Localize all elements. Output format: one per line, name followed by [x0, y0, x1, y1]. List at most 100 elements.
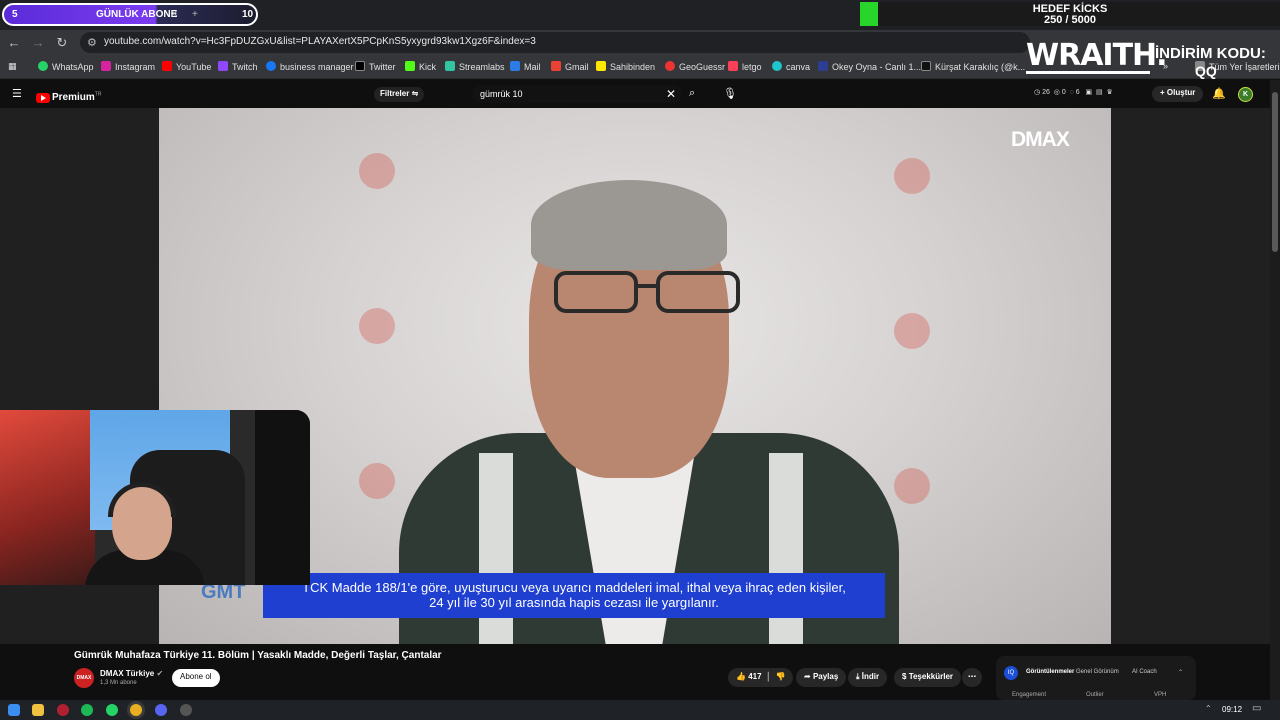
bookmark-instagram[interactable]: Instagram: [101, 61, 155, 72]
bookmark-youtube[interactable]: YouTube: [162, 61, 211, 72]
youtube-play-icon: [36, 92, 50, 103]
bookmark-business-manager[interactable]: business manager: [266, 61, 354, 72]
bookmark-canva[interactable]: canva: [772, 61, 810, 72]
notification-center-icon[interactable]: ▭: [1252, 703, 1261, 714]
gmail-icon: [551, 61, 561, 71]
backdrop-logo: [359, 153, 395, 189]
youtube-logo[interactable]: PremiumTR: [36, 89, 101, 107]
youtube-header: ☰ PremiumTR Filtreler ⇋ gümrük 10 ✕ ⌕ 🎙 …: [0, 80, 1280, 108]
instagram-icon: [101, 61, 111, 71]
page-scrollbar[interactable]: [1270, 80, 1280, 700]
channel-avatar[interactable]: DMAX: [74, 668, 94, 688]
header-outlier: Outlier: [1086, 692, 1104, 698]
clock: 09:12: [1222, 705, 1243, 714]
menu-icon[interactable]: ☰: [12, 87, 22, 100]
bookmark-gmail[interactable]: Gmail: [551, 61, 589, 72]
channel-name[interactable]: DMAX Türkiye ✔: [100, 669, 163, 678]
promo-label: İNDİRİM KODU:: [1155, 45, 1266, 62]
backdrop-logo: [359, 308, 395, 344]
bookmark-letgo[interactable]: letgo: [728, 61, 762, 72]
obs-icon[interactable]: [180, 704, 192, 716]
header-engagement: Engagement: [1012, 692, 1047, 698]
tab-ai-coach[interactable]: AI Coach: [1132, 669, 1157, 675]
tiktok-icon: [921, 61, 931, 71]
thumbs-up-icon: 👍: [736, 672, 746, 681]
collapse-icon[interactable]: ⌃: [1178, 669, 1183, 676]
chrome-icon[interactable]: [130, 704, 142, 716]
url-text[interactable]: youtube.com/watch?v=Hc3FpDUZGxU&list=PLA…: [104, 36, 536, 47]
back-icon[interactable]: ←: [6, 35, 22, 50]
webcam-overlay: [0, 410, 310, 585]
share-button[interactable]: ➦ Paylaş: [796, 668, 847, 687]
geoguessr-icon: [665, 61, 675, 71]
extension-stats: ◷ 26 ◎ 0 ◌ 6 ▣ ▤ ♛: [1034, 89, 1113, 96]
apps-grid-icon[interactable]: ▦: [8, 61, 17, 72]
analytics-logo-icon: IQ: [1004, 666, 1018, 680]
search-icon[interactable]: ⌕: [689, 87, 695, 100]
subscriber-goal-widget: 5 GÜNLÜK ABONE ✕ + 10: [2, 3, 258, 26]
bookmark-kick[interactable]: Kick: [405, 61, 436, 72]
sahibinden-icon: [596, 61, 606, 71]
microphone-icon[interactable]: 🎙: [723, 87, 737, 100]
meta-icon: [266, 61, 276, 71]
bookmark-mail[interactable]: Mail: [510, 61, 541, 72]
bookmark-streamlabs[interactable]: Streamlabs: [445, 61, 505, 72]
whatsapp-taskbar-icon[interactable]: [106, 704, 118, 716]
more-actions-icon[interactable]: ⋯: [962, 668, 982, 687]
kick-goal-widget: HEDEF KİCKS 250 / 5000: [860, 2, 1280, 26]
bookmark-okey[interactable]: Okey Oyna - Canlı 1...: [818, 61, 921, 72]
youtube-icon: [162, 61, 172, 71]
tab-strip: 5 GÜNLÜK ABONE ✕ + 10 HEDEF KİCKS 250 / …: [0, 0, 1280, 30]
filters-button[interactable]: Filtreler ⇋: [374, 87, 425, 102]
search-query[interactable]: gümrük 10: [480, 89, 523, 99]
reload-icon[interactable]: ↻: [54, 35, 70, 51]
thanks-button[interactable]: $ Teşekkürler: [894, 668, 962, 687]
new-tab-icon[interactable]: +: [192, 9, 198, 20]
clear-search-icon[interactable]: ✕: [666, 87, 676, 101]
thumbs-down-icon[interactable]: 👎: [775, 672, 785, 681]
okey-icon: [818, 61, 828, 71]
download-icon: ⤓: [856, 672, 860, 681]
backdrop-logo: [894, 158, 930, 194]
bookmark-twitch[interactable]: Twitch: [218, 61, 258, 72]
bookmark-geoguessr[interactable]: GeoGuessr: [665, 61, 725, 72]
url-field[interactable]: ⚙ youtube.com/watch?v=Hc3FpDUZGxU&list=P…: [80, 32, 1030, 53]
file-explorer-icon[interactable]: [32, 704, 44, 716]
video-title: Gümrük Muhafaza Türkiye 11. Bölüm | Yasa…: [74, 650, 442, 661]
like-button[interactable]: 👍 417 │ 👎: [728, 668, 794, 687]
app-icon[interactable]: [57, 704, 69, 716]
bookmark-whatsapp[interactable]: WhatsApp: [38, 61, 94, 72]
channel-subscribers: 1,3 Mn abone: [100, 680, 137, 686]
tab-views[interactable]: Görüntülenmeler: [1026, 669, 1074, 675]
discord-icon[interactable]: [155, 704, 167, 716]
video-info: Gümrük Muhafaza Türkiye 11. Bölüm | Yasa…: [0, 644, 1270, 700]
subscribe-button[interactable]: Abone ol: [172, 669, 220, 687]
tab-close-icon[interactable]: ✕: [170, 9, 178, 20]
download-button[interactable]: ⤓ İndir: [848, 668, 888, 687]
forward-icon[interactable]: →: [30, 35, 46, 50]
notifications-icon[interactable]: 🔔: [1212, 87, 1226, 100]
canva-icon: [772, 61, 782, 71]
caption-line-1: TCK Madde 188/1'e göre, uyuşturucu veya …: [302, 580, 846, 595]
tab-overview[interactable]: Genel Görünüm: [1076, 669, 1119, 675]
channel-watermark: DMAX: [1011, 128, 1070, 151]
tray-expand-icon[interactable]: ⌃: [1205, 704, 1212, 713]
backdrop-logo: [894, 313, 930, 349]
kick-goal-progress: 250 / 5000: [1044, 14, 1096, 26]
spotify-icon[interactable]: [81, 704, 93, 716]
mail-icon: [510, 61, 520, 71]
avatar[interactable]: K: [1238, 87, 1253, 102]
twitch-icon: [218, 61, 228, 71]
create-button[interactable]: + Oluştur: [1152, 86, 1204, 102]
bookmark-sahibinden[interactable]: Sahibinden: [596, 61, 655, 72]
share-icon: ➦: [804, 672, 811, 681]
site-info-icon[interactable]: ⚙: [87, 36, 97, 49]
scrollbar-thumb[interactable]: [1272, 92, 1278, 252]
sub-goal-target: 10: [242, 9, 254, 20]
person-glasses: [554, 271, 740, 313]
search-input[interactable]: gümrük 10 ✕: [472, 85, 682, 103]
sub-goal-current: 5: [12, 9, 18, 20]
bookmark-twitter[interactable]: Twitter: [355, 61, 396, 72]
bookmark-tiktok-profile[interactable]: Kürşat Karakılıç (@k...: [921, 61, 1025, 72]
start-icon[interactable]: [8, 704, 20, 716]
